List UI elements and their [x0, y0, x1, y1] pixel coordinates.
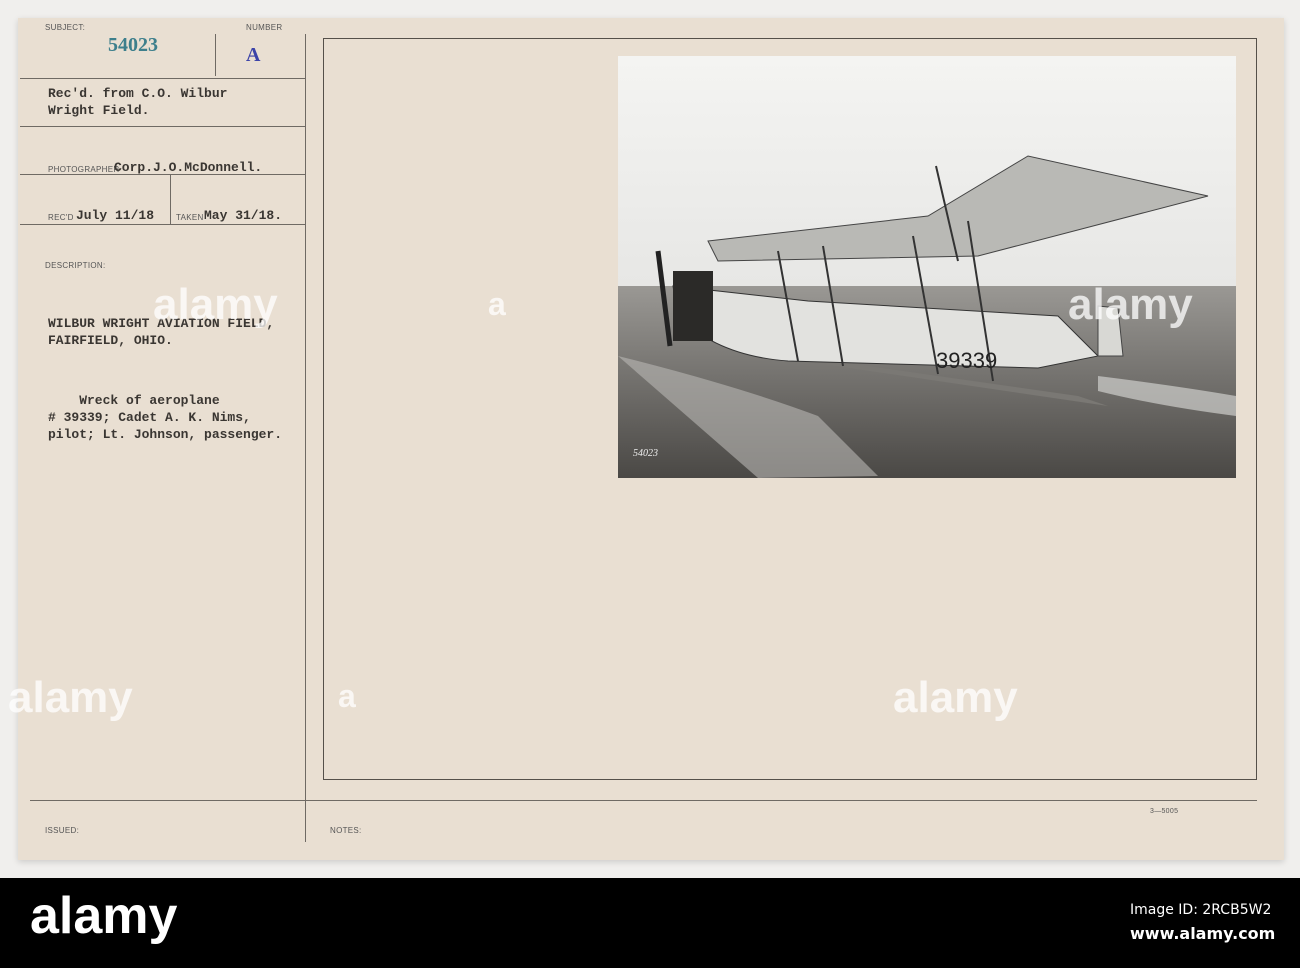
rule [20, 224, 305, 225]
subject-divider [215, 34, 216, 76]
issued-label: ISSUED: [45, 826, 80, 835]
received-from-line-1: Rec'd. from C.O. Wilbur [48, 86, 228, 101]
received-from-line-2: Wright Field. [48, 103, 150, 118]
bottom-rule [30, 800, 1257, 801]
column-divider [305, 34, 306, 842]
archive-card: SUBJECT: 54023 NUMBER A Rec'd. from C.O.… [8, 18, 1284, 860]
description-location-2: FAIRFIELD, OHIO. [48, 333, 173, 348]
negative-number: 54023 [633, 448, 658, 459]
number-label: NUMBER [246, 23, 283, 32]
footer-logo: alamy [30, 887, 178, 945]
subject-label: SUBJECT: [45, 23, 86, 32]
number-value: A [246, 44, 261, 66]
footer-url[interactable]: www.alamy.com [1130, 924, 1275, 943]
form-number: 3—5005 [1150, 808, 1179, 815]
subject-number: 54023 [108, 34, 158, 56]
watermark-logo: alamy [153, 280, 278, 329]
photographer: Corp.J.O.McDonnell. [114, 160, 263, 175]
image-id: Image ID: 2RCB5W2 [1130, 902, 1272, 918]
description-label: DESCRIPTION: [45, 261, 106, 270]
description-line-2: # 39339; Cadet A. K. Nims, [48, 410, 251, 425]
footer-bar: alamy Image ID: 2RCB5W2 www.alamy.com [0, 878, 1300, 968]
notes-label: NOTES: [330, 826, 362, 835]
rule [20, 126, 305, 127]
date-divider [170, 175, 171, 225]
recd-label: REC'D [48, 213, 74, 222]
aeroplane-photograph: 39339 54023 [618, 56, 1236, 478]
description-line-3: pilot; Lt. Johnson, passenger. [48, 427, 283, 442]
taken-date: May 31/18. [204, 208, 283, 223]
description-line-1: Wreck of aeroplane [48, 393, 220, 408]
watermark-logo: alamy [8, 673, 133, 722]
taken-label: TAKEN [176, 213, 204, 222]
photographer-label: PHOTOGRAPHER [48, 165, 120, 174]
watermark-mark: a [338, 678, 356, 714]
rule [20, 78, 305, 79]
watermark-mark: a [488, 286, 506, 322]
watermark-logo: alamy [1068, 280, 1193, 329]
recd-date: July 11/18 [76, 208, 155, 223]
tail-number: 39339 [936, 348, 997, 373]
watermark-logo: alamy [893, 673, 1018, 722]
